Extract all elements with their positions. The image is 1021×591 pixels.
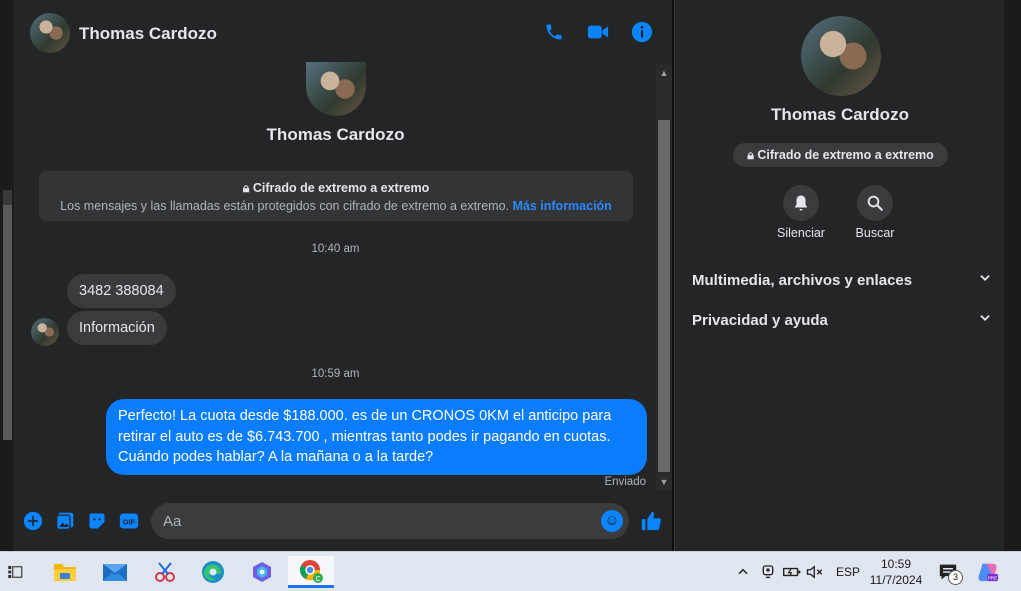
task-view-icon[interactable] xyxy=(0,556,30,588)
message-list: Thomas Cardozo 🔒︎ Cifrado de extremo a e… xyxy=(15,62,656,494)
chevron-down-icon xyxy=(978,311,992,329)
right-window-edge xyxy=(1004,0,1021,551)
timestamp: 10:40 am xyxy=(311,243,360,255)
outgoing-message[interactable]: Perfecto! La cuota desde $188.000. es de… xyxy=(106,399,647,475)
sticker-icon[interactable] xyxy=(86,510,108,532)
like-icon[interactable] xyxy=(640,510,662,532)
encryption-notice: 🔒︎ Cifrado de extremo a extremo Los mens… xyxy=(39,171,633,221)
gallery-icon[interactable] xyxy=(54,510,76,532)
phone-icon[interactable] xyxy=(543,21,565,43)
show-hidden-icons-chevron-icon[interactable] xyxy=(736,552,750,591)
timestamp: 10:59 am xyxy=(311,368,360,380)
profile-avatar xyxy=(306,62,366,116)
plus-icon[interactable] xyxy=(22,510,44,532)
edge-browser-icon[interactable] xyxy=(193,556,233,588)
notification-count-badge: 3 xyxy=(948,570,963,585)
message-input[interactable]: Aa ☺︎ xyxy=(151,503,629,539)
svg-text:PRE: PRE xyxy=(988,575,997,580)
left-scrollbar-thumb[interactable] xyxy=(3,205,12,440)
lock-icon: 🔒︎ xyxy=(242,181,250,195)
privacy-support-section[interactable]: Privacidad y ayuda xyxy=(692,308,992,332)
clock-time: 10:59 xyxy=(880,557,912,571)
scrollbar-thumb[interactable] xyxy=(658,120,670,472)
encryption-text: Los mensajes y las llamadas están proteg… xyxy=(60,199,510,213)
clock-date: 11/7/2024 xyxy=(869,573,923,587)
contact-avatar[interactable] xyxy=(30,13,70,53)
section-label: Privacidad y ayuda xyxy=(692,311,828,329)
snipping-tool-icon[interactable] xyxy=(145,556,185,588)
conversation-info-panel: Thomas Cardozo 🔒︎ Cifrado de extremo a e… xyxy=(674,0,1004,551)
bell-icon xyxy=(783,185,819,221)
message-input-placeholder: Aa xyxy=(163,513,182,530)
composer: GIF Aa ☺︎ xyxy=(15,500,672,542)
sender-avatar[interactable] xyxy=(31,318,59,346)
media-files-links-section[interactable]: Multimedia, archivos y enlaces xyxy=(692,268,992,292)
taskbar: C ESP 10:59 11/7/2024 3 PRE xyxy=(0,551,1021,591)
section-label: Multimedia, archivos y enlaces xyxy=(692,271,913,289)
search-button[interactable]: Buscar xyxy=(845,185,905,240)
incoming-message[interactable]: Información xyxy=(67,311,167,345)
more-info-link[interactable]: Más información xyxy=(513,199,612,213)
volume-muted-icon[interactable] xyxy=(806,552,824,591)
chat-header: Thomas Cardozo xyxy=(15,0,672,64)
chrome-icon[interactable]: C xyxy=(288,556,334,588)
sidebar-contact-name: Thomas Cardozo xyxy=(771,105,909,124)
scroll-up-arrow-icon[interactable]: ▲ xyxy=(659,68,669,78)
copilot-preview-icon[interactable]: PRE xyxy=(977,552,999,591)
gif-icon[interactable]: GIF xyxy=(118,510,140,532)
file-explorer-icon[interactable] xyxy=(45,556,85,588)
video-icon[interactable] xyxy=(587,21,609,43)
webcam-icon[interactable] xyxy=(760,552,776,591)
encryption-badge-label: Cifrado de extremo a extremo xyxy=(757,148,934,162)
chevron-down-icon xyxy=(978,271,992,289)
lock-icon: 🔒︎ xyxy=(747,148,754,162)
message-status: Enviado xyxy=(604,476,646,488)
language-indicator[interactable]: ESP xyxy=(836,552,860,591)
contact-name[interactable]: Thomas Cardozo xyxy=(79,24,217,44)
chat-panel: Thomas Cardozo Thomas Cardozo 🔒︎ Cifrado… xyxy=(15,0,672,551)
mute-label: Silenciar xyxy=(777,226,825,240)
emoji-icon[interactable]: ☺︎ xyxy=(601,510,623,532)
left-window-edge xyxy=(0,0,15,551)
sidebar-avatar[interactable] xyxy=(801,16,881,96)
profile-name: Thomas Cardozo xyxy=(266,125,405,144)
screen: Thomas Cardozo Thomas Cardozo 🔒︎ Cifrado… xyxy=(0,0,1021,591)
chat-scrollbar[interactable]: ▲ ▼ xyxy=(656,64,672,491)
info-icon[interactable] xyxy=(631,21,653,43)
search-icon xyxy=(857,185,893,221)
mail-icon[interactable] xyxy=(95,556,135,588)
clock[interactable]: 10:59 11/7/2024 xyxy=(862,556,930,588)
battery-charging-icon[interactable] xyxy=(783,552,801,591)
mute-button[interactable]: Silenciar xyxy=(771,185,831,240)
encryption-badge[interactable]: 🔒︎ Cifrado de extremo a extremo xyxy=(733,143,948,167)
copilot-icon[interactable] xyxy=(242,556,282,588)
search-label: Buscar xyxy=(855,226,895,240)
svg-text:GIF: GIF xyxy=(123,517,136,526)
scroll-down-arrow-icon[interactable]: ▼ xyxy=(659,477,669,487)
svg-text:C: C xyxy=(315,576,320,583)
encryption-title: Cifrado de extremo a extremo xyxy=(252,181,430,195)
incoming-message[interactable]: 3482 388084 xyxy=(67,274,176,308)
